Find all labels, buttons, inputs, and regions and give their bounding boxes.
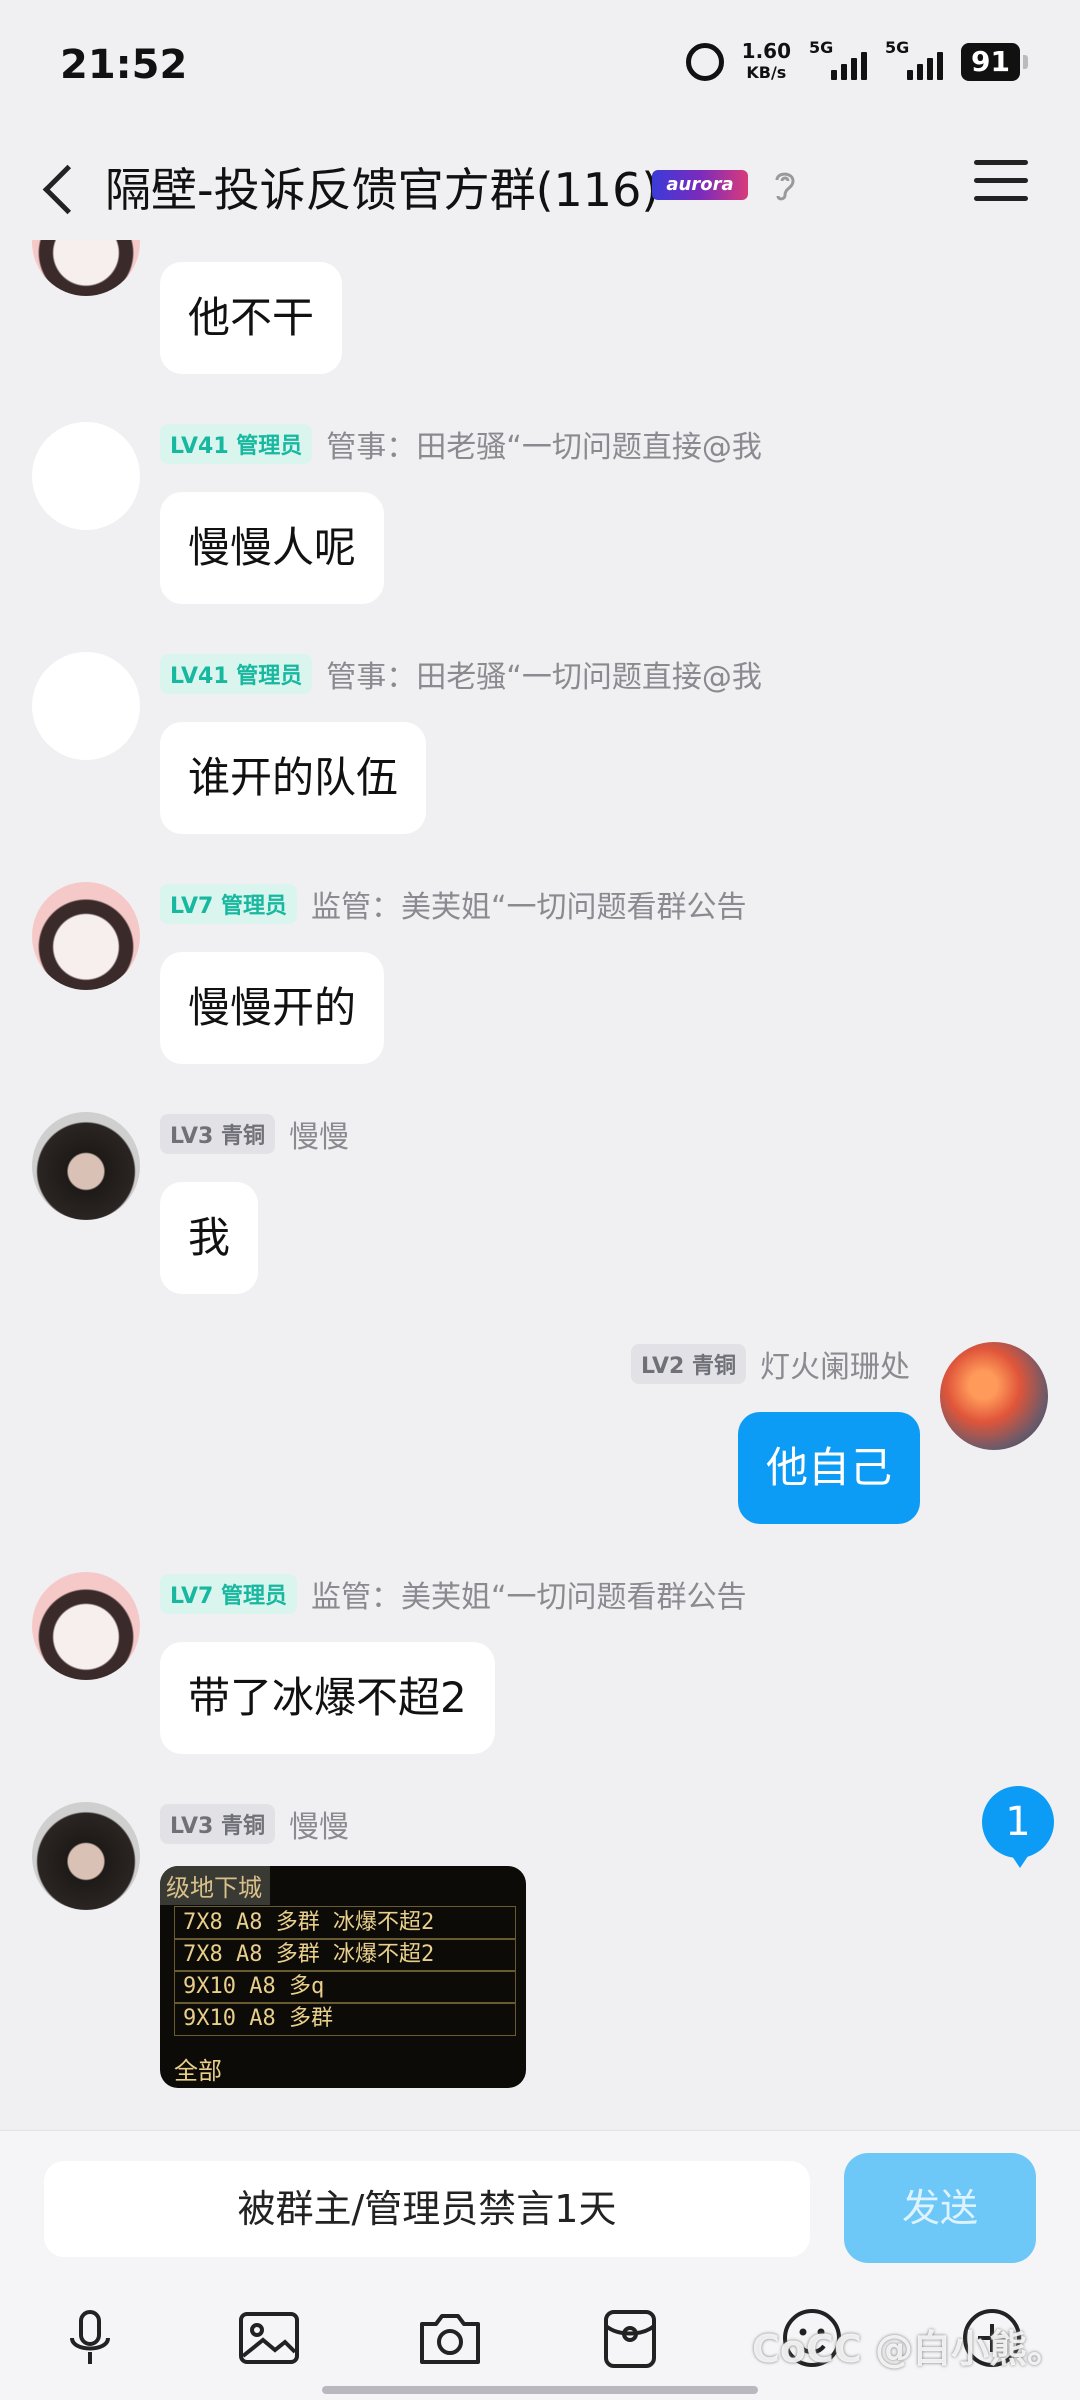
input-bar: 被群主/管理员禁言1天 发送	[0, 2130, 1080, 2280]
sim1-label: 5G	[809, 38, 834, 57]
level-badge: LV3 青铜	[160, 1114, 275, 1154]
microphone-icon[interactable]	[54, 2302, 126, 2374]
message-bubble[interactable]: 他不干	[160, 262, 343, 374]
level-badge: LV2 青铜	[631, 1344, 746, 1384]
menu-icon[interactable]	[974, 160, 1028, 210]
sender-meta: LV41 管理员 管事：田老骚“一切问题直接@我	[160, 652, 762, 696]
sender-name[interactable]: 管事：田老骚“一切问题直接@我	[326, 422, 762, 466]
message-bubble[interactable]: 他自己	[737, 1412, 920, 1524]
avatar[interactable]	[32, 240, 140, 296]
group-badge: aurora	[652, 170, 748, 200]
signal-sim1-icon: 5G	[809, 38, 868, 80]
sender-meta: LV7 管理员 监管：美芙姐“一切问题看群公告	[160, 882, 747, 926]
status-time: 21:52	[60, 42, 188, 88]
avatar[interactable]	[940, 1342, 1048, 1450]
level-badge: LV7 管理员	[160, 1574, 297, 1614]
message-bubble[interactable]: 慢慢人呢	[160, 492, 385, 604]
group-title[interactable]: 隔壁-投诉反馈官方群(116)	[105, 154, 659, 220]
image-header-text: 级地下城	[160, 1866, 270, 1905]
ear-icon[interactable]	[768, 166, 802, 204]
level-badge: LV7 管理员	[160, 884, 297, 924]
sender-name[interactable]: 管事：田老骚“一切问题直接@我	[326, 652, 762, 696]
avatar[interactable]	[32, 882, 140, 990]
message-bubble[interactable]: 谁开的队伍	[160, 722, 427, 834]
level-badge: LV3 青铜	[160, 1804, 275, 1844]
avatar[interactable]	[32, 1572, 140, 1680]
signal-sim2-icon: 5G	[885, 38, 944, 80]
home-indicator[interactable]	[322, 2386, 758, 2394]
alarm-icon	[685, 43, 724, 81]
image-line: 9X10 A8 多q	[174, 1970, 516, 2004]
status-icons: 1.60 KB/s 5G 5G 91	[685, 38, 1028, 84]
sender-name[interactable]: 灯火阑珊处	[760, 1342, 910, 1386]
image-line: 9X10 A8 多群	[174, 2002, 516, 2036]
sender-meta: LV7 管理员 监管：美芙姐“一切问题看群公告	[160, 1572, 747, 1616]
image-line: 7X8 A8 多群 冰爆不超2	[174, 1938, 516, 1972]
level-badge: LV41 管理员	[160, 654, 313, 694]
sender-name[interactable]: 慢慢	[289, 1802, 349, 1846]
send-button[interactable]: 发送	[844, 2153, 1036, 2263]
message-bubble[interactable]: 慢慢开的	[160, 952, 385, 1064]
unread-count-badge[interactable]: 1	[982, 1786, 1054, 1868]
image-footer-text: 全部	[174, 2057, 222, 2085]
sender-meta: LV41 管理员 管事：田老骚“一切问题直接@我	[160, 422, 762, 466]
image-message[interactable]: 级地下城 7X8 A8 多群 冰爆不超2 7X8 A8 多群 冰爆不超2 9X1…	[160, 1866, 526, 2088]
sender-name[interactable]: 慢慢	[289, 1112, 349, 1156]
message-bubble[interactable]: 我	[160, 1182, 259, 1294]
image-line: 7X8 A8 多群 冰爆不超2	[174, 1906, 516, 1940]
message-bubble[interactable]: 带了冰爆不超2	[160, 1642, 495, 1754]
sender-name[interactable]: 监管：美芙姐“一切问题看群公告	[311, 1572, 747, 1616]
sender-meta: LV3 青铜 慢慢	[160, 1112, 349, 1156]
sender-meta: LV3 青铜 慢慢	[160, 1802, 349, 1846]
sender-meta: LV2 青铜 灯火阑珊处	[631, 1342, 910, 1386]
sim2-label: 5G	[885, 38, 910, 57]
sender-name[interactable]: 监管：美芙姐“一切问题看群公告	[311, 882, 747, 926]
network-speed: 1.60 KB/s	[742, 40, 791, 84]
network-speed-value: 1.60	[741, 39, 792, 63]
watermark: CoCC @白小熊。	[752, 2327, 1065, 2371]
message-list[interactable]: 他不干 LV41 管理员 管事：田老骚“一切问题直接@我 慢慢人呢 LV41 管…	[0, 240, 1080, 2130]
back-icon[interactable]	[40, 158, 90, 218]
muted-notice: 被群主/管理员禁言1天	[44, 2161, 810, 2257]
avatar[interactable]	[32, 422, 140, 530]
avatar[interactable]	[32, 1112, 140, 1220]
avatar[interactable]	[32, 1802, 140, 1910]
chat-header: 隔壁-投诉反馈官方群(116) aurora	[0, 130, 1080, 240]
level-badge: LV41 管理员	[160, 424, 313, 464]
image-icon[interactable]	[233, 2302, 305, 2374]
battery-icon: 91	[961, 43, 1028, 81]
red-packet-icon[interactable]	[594, 2302, 666, 2374]
camera-icon[interactable]	[414, 2302, 486, 2374]
network-speed-unit: KB/s	[746, 63, 787, 82]
status-bar: 21:52 1.60 KB/s 5G 5G 91	[0, 0, 1080, 130]
avatar[interactable]	[32, 652, 140, 760]
